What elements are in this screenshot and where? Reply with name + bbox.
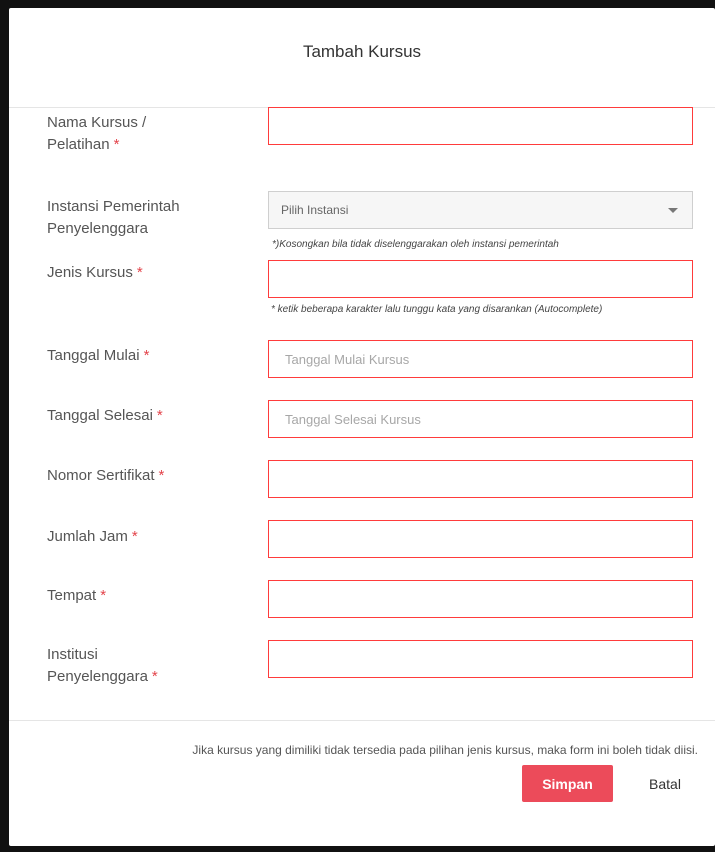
tanggal-selesai-placeholder: Tanggal Selesai Kursus bbox=[285, 411, 421, 427]
instansi-selected-value: Pilih Instansi bbox=[281, 203, 349, 217]
jenis-kursus-hint: * ketik beberapa karakter lalu tunggu ka… bbox=[271, 304, 603, 315]
label-nomor-sertifikat-text: Nomor Sertifikat bbox=[47, 467, 155, 484]
label-jumlah-jam-text: Jumlah Jam bbox=[47, 528, 128, 545]
tempat-input[interactable] bbox=[268, 580, 693, 618]
required-mark: * bbox=[158, 467, 165, 484]
label-jenis-kursus-text: Jenis Kursus bbox=[47, 264, 133, 281]
nomor-sertifikat-input[interactable] bbox=[268, 460, 693, 498]
nama-kursus-input[interactable] bbox=[268, 107, 693, 145]
label-nama-kursus: Nama Kursus / Pelatihan * bbox=[47, 112, 247, 156]
label-nama-kursus-line2: Pelatihan bbox=[47, 136, 110, 153]
instansi-select[interactable]: Pilih Instansi bbox=[268, 191, 693, 229]
required-mark: * bbox=[156, 407, 163, 424]
label-nomor-sertifikat: Nomor Sertifikat * bbox=[47, 465, 247, 487]
institusi-input[interactable] bbox=[268, 640, 693, 678]
label-tempat-text: Tempat bbox=[47, 587, 97, 604]
required-mark: * bbox=[131, 528, 138, 545]
tanggal-mulai-input[interactable]: Tanggal Mulai Kursus bbox=[268, 340, 693, 378]
required-mark: * bbox=[151, 668, 158, 685]
modal-title: Tambah Kursus bbox=[302, 41, 422, 61]
label-jenis-kursus: Jenis Kursus * bbox=[47, 262, 247, 284]
required-mark: * bbox=[113, 136, 120, 153]
label-tanggal-mulai-text: Tanggal Mulai bbox=[47, 347, 140, 364]
save-button[interactable]: Simpan bbox=[522, 765, 613, 802]
label-instansi: Instansi Pemerintah Penyelenggara bbox=[47, 196, 247, 240]
label-instansi-line1: Instansi Pemerintah bbox=[47, 198, 180, 215]
tanggal-selesai-input[interactable]: Tanggal Selesai Kursus bbox=[268, 400, 693, 438]
label-institusi: Institusi Penyelenggara * bbox=[47, 644, 247, 688]
chevron-down-icon bbox=[668, 208, 678, 213]
screen-frame: Tambah Kursus Nama Kursus / Pelatihan * I… bbox=[0, 0, 715, 852]
add-course-modal: Tambah Kursus Nama Kursus / Pelatihan * I… bbox=[9, 8, 715, 846]
tanggal-mulai-placeholder: Tanggal Mulai Kursus bbox=[285, 351, 410, 367]
required-mark: * bbox=[136, 264, 143, 281]
jenis-kursus-input[interactable] bbox=[268, 260, 693, 298]
label-instansi-line2: Penyelenggara bbox=[47, 220, 148, 237]
required-mark: * bbox=[143, 347, 150, 364]
modal-header: Tambah Kursus bbox=[9, 8, 715, 108]
jumlah-jam-input[interactable] bbox=[268, 520, 693, 558]
required-mark: * bbox=[100, 587, 107, 604]
label-institusi-line1: Institusi bbox=[47, 646, 98, 663]
modal-footer: Jika kursus yang dimiliki tidak tersedia… bbox=[9, 720, 715, 802]
label-tanggal-selesai-text: Tanggal Selesai bbox=[47, 407, 153, 424]
cancel-button[interactable]: Batal bbox=[640, 765, 690, 802]
label-tanggal-mulai: Tanggal Mulai * bbox=[47, 345, 247, 367]
label-nama-kursus-line1: Nama Kursus / bbox=[47, 114, 147, 131]
footer-note: Jika kursus yang dimiliki tidak tersedia… bbox=[192, 743, 698, 757]
instansi-hint: *)Kosongkan bila tidak diselenggarakan o… bbox=[272, 239, 559, 250]
label-tanggal-selesai: Tanggal Selesai * bbox=[47, 405, 247, 427]
label-institusi-line2: Penyelenggara bbox=[47, 668, 148, 685]
label-jumlah-jam: Jumlah Jam * bbox=[47, 526, 247, 548]
label-tempat: Tempat * bbox=[47, 585, 247, 607]
